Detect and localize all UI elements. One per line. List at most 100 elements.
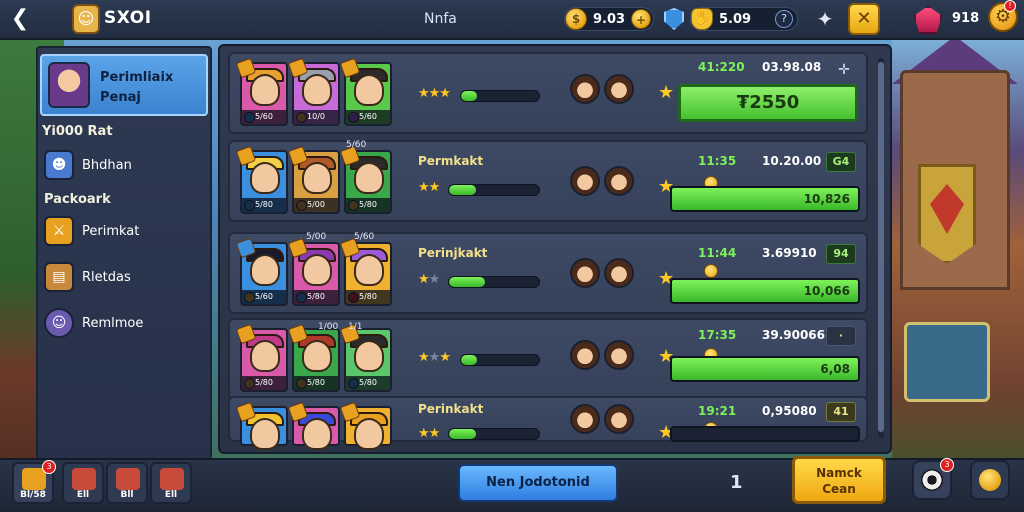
star-icon: ★ <box>658 82 675 103</box>
stat-right: 3.69910 <box>762 246 817 260</box>
expand-plus-icon[interactable]: ✛ <box>834 62 854 78</box>
card-level: 5/00 <box>294 198 338 212</box>
sidebar-item-active[interactable]: Perimliaix Penaj <box>40 54 208 116</box>
sidebar-item-bhdhan[interactable]: ☻ Bhdhan <box>44 150 208 184</box>
hero-avatar-icon <box>604 166 634 196</box>
close-button[interactable]: ✕ <box>848 3 880 35</box>
list-item[interactable]: Perinkakt ★★ ★ 19:21 0,95080 41 <box>228 396 868 450</box>
hero-face <box>250 74 280 106</box>
card-level: 5/80 <box>346 376 390 390</box>
hero-face <box>250 162 280 194</box>
tools-icon[interactable]: ✦ <box>812 6 838 32</box>
page-title: SXOI <box>104 8 152 28</box>
bottom-tile-inventory[interactable]: Bl/58 3 <box>12 460 56 504</box>
bonus-badge: · <box>826 326 856 346</box>
hero-card[interactable] <box>235 401 288 450</box>
stat-right: 03.98.08 <box>762 60 822 74</box>
list-item[interactable]: 5/80 5/80 5/80 1/00 1/1 ★★★ ★ 17:35 39.9… <box>228 318 868 400</box>
add-coin-icon[interactable]: + <box>631 9 652 29</box>
hero-face <box>302 74 332 106</box>
hero-card[interactable]: 5/80 <box>235 323 288 392</box>
hero-card[interactable]: 5/60 <box>235 237 288 306</box>
top-bar: ❮ ☺ SXOI Nnfa $ 9.03 + ✋ 5.09 ? ✦ ✕ 918 … <box>0 0 1024 40</box>
hero-card[interactable]: 5/80 <box>339 237 392 306</box>
star-rating: ★★ <box>418 426 440 441</box>
list-item[interactable]: 5/80 5/00 5/80 5/60 Permkakt ★★ ★ 11:35 … <box>228 140 868 222</box>
sidebar-item-remlmoe[interactable]: ☺ Remlmoe <box>44 308 208 342</box>
stat-left: 17:35 <box>698 328 737 342</box>
hero-avatar-icon <box>604 340 634 370</box>
emote-button[interactable] <box>970 460 1010 500</box>
gem-amount: 918 <box>952 11 980 26</box>
list-item[interactable]: 5/60 10/0 5/60 ★★★ ★ 41:220 03.98.08 ✛ ₮… <box>228 52 868 134</box>
hero-card[interactable] <box>287 401 340 450</box>
currency-amount: 5.09 <box>719 11 752 27</box>
stat-left: 19:21 <box>698 404 737 418</box>
sidebar-heading: Yi000 Rat <box>42 124 113 139</box>
sidebar-item-label: Rletdas <box>82 270 131 285</box>
hero-card[interactable] <box>339 401 392 450</box>
progress-track <box>670 426 860 442</box>
hero-card[interactable]: 5/60 <box>235 57 288 126</box>
info-icon[interactable]: ? <box>775 10 793 28</box>
progress-track: 10,826 <box>670 186 860 212</box>
hero-face <box>354 418 384 450</box>
confirm-sublabel: Cean <box>822 482 856 496</box>
bottom-tile-potion[interactable]: Ell <box>62 462 104 504</box>
primary-action-button[interactable]: Nen Jodotonid <box>458 464 618 502</box>
row-title: Permkakt <box>418 154 484 168</box>
card-level: 5/60 <box>346 110 390 124</box>
hero-card[interactable]: 5/00 <box>287 145 340 214</box>
hero-pair <box>570 258 634 290</box>
card-top-label: 1/00 <box>318 322 339 332</box>
settings-badge: ! <box>1004 0 1016 12</box>
hero-card[interactable]: 5/80 <box>235 145 288 214</box>
hero-card[interactable]: 5/60 <box>339 57 392 126</box>
record-button[interactable]: 3 <box>912 458 954 500</box>
hero-card[interactable]: 5/80 <box>339 145 392 214</box>
notification-badge: 3 <box>42 460 56 474</box>
currency-counter[interactable]: ✋ 5.09 ? <box>690 7 798 31</box>
coin-amount: 9.03 <box>593 11 626 27</box>
row-title: Perinjkakt <box>418 246 488 260</box>
hero-card[interactable]: 5/80 <box>339 323 392 392</box>
bottom-tile-label: Bl/58 <box>20 490 46 500</box>
page-number: 1 <box>730 472 743 493</box>
progress-bar <box>460 354 540 366</box>
bottom-tile-scroll[interactable]: Bll <box>106 462 148 504</box>
sidebar-heading: Packoark <box>44 192 111 207</box>
sidebar-item-label: Perimkat <box>82 224 140 239</box>
card-top-label: 5/60 <box>354 232 375 242</box>
progress-track: 6,08 <box>670 356 860 382</box>
bonus-badge: G4 <box>826 152 856 172</box>
player-avatar-icon[interactable]: ☺ <box>72 4 100 34</box>
bottom-tile-item[interactable]: Ell <box>150 462 192 504</box>
card-top-label: 5/60 <box>346 140 367 150</box>
shop-sign <box>904 322 990 402</box>
hero-card[interactable]: 10/0 <box>287 57 340 126</box>
scrollbar-thumb[interactable] <box>878 62 884 432</box>
sidebar-item-perimkat[interactable]: ⚔ Perimkat <box>44 216 208 250</box>
card-level: 5/80 <box>294 290 338 304</box>
hero-avatar-icon <box>604 258 634 288</box>
back-button[interactable]: ❮ <box>6 4 34 34</box>
hero-card[interactable]: 5/80 <box>287 323 340 392</box>
coin-counter[interactable]: $ 9.03 + <box>564 7 654 31</box>
chest-icon: ▤ <box>44 262 74 292</box>
buy-button[interactable]: ₮2550 <box>678 84 858 122</box>
confirm-button[interactable]: Namck Cean <box>792 456 886 504</box>
hero-face <box>250 340 280 372</box>
progress-bar <box>448 184 540 196</box>
sidebar-item-rletdas[interactable]: ▤ Rletdas <box>44 262 208 296</box>
hero-avatar-icon <box>570 74 600 104</box>
list-item[interactable]: 5/60 5/80 5/80 5/00 5/60 Perinjkakt ★★ ★… <box>228 232 868 314</box>
card-level: 5/60 <box>242 290 286 304</box>
stat-right: 0,95080 <box>762 404 817 418</box>
sidebar-active-sublabel: Penaj <box>100 90 141 105</box>
slider-knob[interactable] <box>704 264 718 278</box>
star-rating: ★★★ <box>418 350 451 365</box>
progress-fill <box>449 277 485 287</box>
star-rating: ★★ <box>418 180 440 195</box>
gem-icon <box>914 6 942 34</box>
hero-card[interactable]: 5/80 <box>287 237 340 306</box>
